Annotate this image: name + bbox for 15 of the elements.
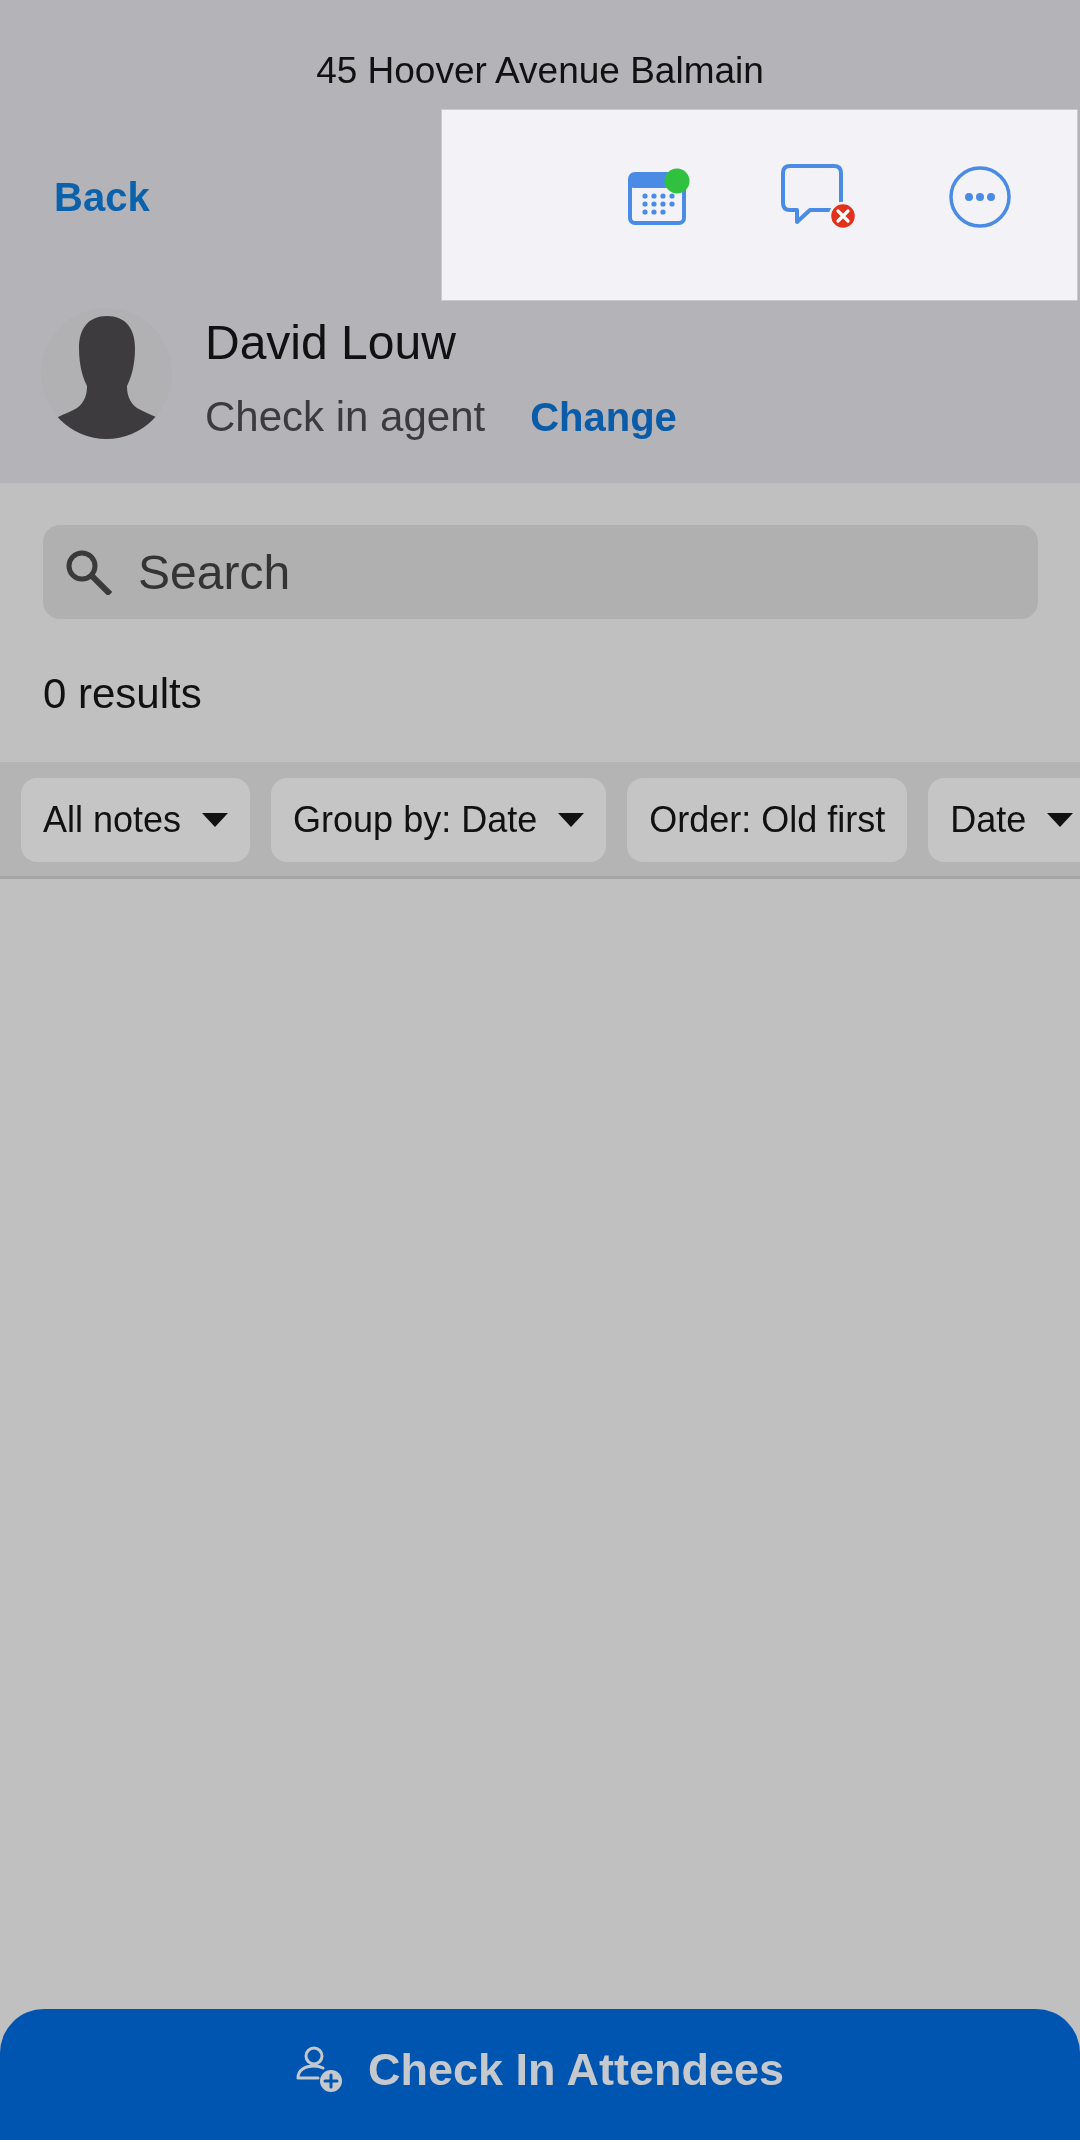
filter-chip[interactable]: Group by: Date <box>271 778 607 862</box>
filter-chip[interactable]: Order: Old first <box>627 778 908 862</box>
agent-role: Check in agent <box>205 392 486 442</box>
results-count: 0 results <box>43 669 202 719</box>
filter-chip[interactable]: All notes <box>21 778 251 862</box>
check-in-attendees-button[interactable]: Check In Attendees <box>0 2009 1080 2140</box>
chat-error-icon[interactable] <box>781 163 858 231</box>
screen-title: 45 Hoover Avenue Balmain <box>316 49 764 93</box>
more-icon[interactable] <box>949 166 1011 228</box>
agent-name: David Louw <box>205 315 456 371</box>
calendar-icon[interactable] <box>628 168 690 226</box>
search-field[interactable]: Search <box>43 525 1038 619</box>
filter-chip[interactable]: Date <box>928 778 1080 862</box>
add-person-icon <box>296 2046 343 2093</box>
search-icon <box>65 549 112 595</box>
